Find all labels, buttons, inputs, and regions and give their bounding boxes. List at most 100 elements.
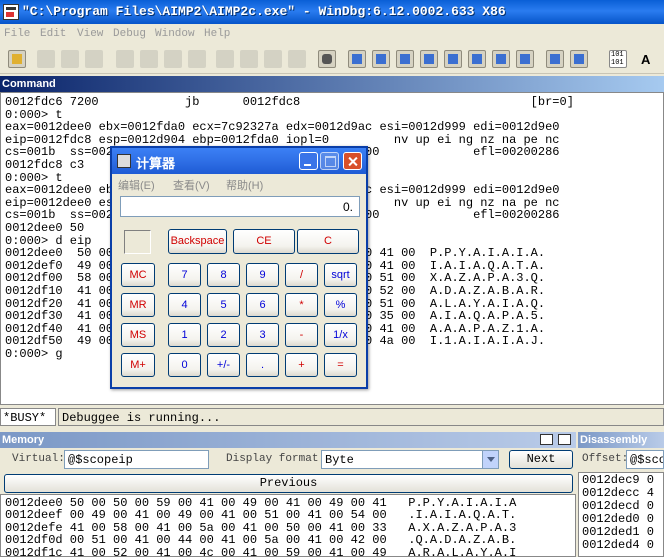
memory-title-text: Memory <box>2 434 45 446</box>
digit-7-button[interactable]: 7 <box>168 263 201 287</box>
menu-view[interactable]: View <box>77 28 103 40</box>
memory-window-title: Memory <box>0 432 576 448</box>
digit-4-button[interactable]: 4 <box>168 293 201 317</box>
menu-help[interactable]: Help <box>204 28 230 40</box>
windbg-app-icon <box>3 4 19 20</box>
break-hand-icon[interactable] <box>318 50 336 68</box>
menu-edit[interactable]: Edit <box>40 28 66 40</box>
add-button[interactable]: + <box>285 353 318 377</box>
stop-debugging-icon[interactable] <box>164 50 182 68</box>
backspace-button[interactable]: Backspace <box>168 229 227 254</box>
previous-button[interactable]: Previous <box>4 474 573 493</box>
calculator-title: 计算器 <box>136 156 176 171</box>
memory-dump-row: 0012df1c 41 00 52 00 41 00 4c 00 41 00 5… <box>5 545 517 557</box>
command-window-title: Command <box>0 76 664 92</box>
reciprocal-button[interactable]: 1/x <box>324 323 357 347</box>
clear-button[interactable]: C <box>297 229 359 254</box>
copy-icon[interactable] <box>61 50 79 68</box>
step-out-icon[interactable] <box>264 50 282 68</box>
command-output-line: 0012fdc6 7200 jb 0012fdc8 [br=0] <box>5 95 574 109</box>
virtual-address-input[interactable]: @$scopeip <box>64 450 209 469</box>
disassembly-window-title: Disassembly <box>578 432 664 448</box>
memory-toolbar: Virtual: @$scopeip Display format: Byte … <box>0 448 576 472</box>
digit-2-button[interactable]: 2 <box>207 323 240 347</box>
disassembly-row: 0012ded4 0 <box>582 538 655 552</box>
sqrt-button[interactable]: sqrt <box>324 263 357 287</box>
processes-threads-icon[interactable] <box>546 50 564 68</box>
decimal-button[interactable]: . <box>246 353 279 377</box>
cut-icon[interactable] <box>37 50 55 68</box>
hex-display-icon[interactable]: 101 101 <box>609 50 627 68</box>
digit-5-button[interactable]: 5 <box>207 293 240 317</box>
memory-window-menu-icon[interactable] <box>540 434 553 445</box>
go-icon[interactable] <box>116 50 134 68</box>
memory-window-icon[interactable] <box>444 50 462 68</box>
step-over-icon[interactable] <box>240 50 258 68</box>
calc-menu-view[interactable]: 查看(V) <box>173 177 210 193</box>
menu-bar: File Edit View Debug Window Help <box>0 24 664 44</box>
close-button[interactable] <box>343 152 362 170</box>
display-format-select[interactable]: Byte <box>321 450 499 469</box>
digit-9-button[interactable]: 9 <box>246 263 279 287</box>
calculator-app-icon <box>117 154 131 168</box>
offset-input[interactable]: @$scop <box>626 450 664 469</box>
run-to-cursor-icon[interactable] <box>288 50 306 68</box>
disassembly-window-icon[interactable] <box>492 50 510 68</box>
step-into-icon[interactable] <box>216 50 234 68</box>
window-title: "C:\Program Files\AIMP2\AIMP2c.exe" - Wi… <box>22 4 506 19</box>
display-format-value: Byte <box>325 453 354 467</box>
calc-menu-help[interactable]: 帮助(H) <box>226 177 263 193</box>
title-bar: "C:\Program Files\AIMP2\AIMP2c.exe" - Wi… <box>0 0 664 24</box>
maximize-button[interactable] <box>320 152 339 170</box>
offset-label: Offset: <box>582 453 629 465</box>
mc-button[interactable]: MC <box>121 263 155 287</box>
sign-button[interactable]: +/- <box>207 353 240 377</box>
busy-indicator: *BUSY* <box>0 408 56 426</box>
toolbar: 101 101 A <box>0 44 664 74</box>
memory-dump[interactable]: 0012dee0 50 00 50 00 59 00 41 00 49 00 4… <box>0 494 576 557</box>
font-icon[interactable]: A <box>641 52 659 70</box>
menu-debug[interactable]: Debug <box>113 28 146 40</box>
memory-indicator <box>124 230 151 254</box>
equals-button[interactable]: = <box>324 353 357 377</box>
mr-button[interactable]: MR <box>121 293 155 317</box>
detach-icon[interactable] <box>188 50 206 68</box>
display-format-label: Display format: <box>226 453 326 465</box>
calculator-title-bar: 计算器 <box>112 148 366 174</box>
digit-3-button[interactable]: 3 <box>246 323 279 347</box>
virtual-label: Virtual: <box>12 453 65 465</box>
memory-window-close-icon[interactable] <box>558 434 571 445</box>
clear-entry-button[interactable]: CE <box>233 229 295 254</box>
subtract-button[interactable]: - <box>285 323 318 347</box>
percent-button[interactable]: % <box>324 293 357 317</box>
digit-8-button[interactable]: 8 <box>207 263 240 287</box>
watch-window-icon[interactable] <box>372 50 390 68</box>
paste-icon[interactable] <box>85 50 103 68</box>
minimize-button[interactable] <box>299 152 318 170</box>
calculator-window: 计算器 编辑(E) 查看(V) 帮助(H) 0. Backspace CE C … <box>110 146 368 389</box>
calc-menu-edit[interactable]: 编辑(E) <box>118 177 155 193</box>
digit-1-button[interactable]: 1 <box>168 323 201 347</box>
command-input[interactable]: Debuggee is running... <box>58 408 664 426</box>
multiply-button[interactable]: * <box>285 293 318 317</box>
locals-window-icon[interactable] <box>396 50 414 68</box>
menu-file[interactable]: File <box>4 28 30 40</box>
menu-window[interactable]: Window <box>155 28 195 40</box>
open-file-icon[interactable] <box>8 50 26 68</box>
digit-6-button[interactable]: 6 <box>246 293 279 317</box>
source-mode-icon[interactable] <box>570 50 588 68</box>
digit-0-button[interactable]: 0 <box>168 353 201 377</box>
command-output-line: 0:000> g <box>5 347 63 361</box>
ms-button[interactable]: MS <box>121 323 155 347</box>
restart-icon[interactable] <box>140 50 158 68</box>
disassembly-toolbar: Offset: @$scop <box>578 448 664 472</box>
next-button[interactable]: Next <box>509 450 573 469</box>
command-window-icon[interactable] <box>348 50 366 68</box>
chevron-down-icon[interactable] <box>482 451 498 468</box>
scratch-pad-icon[interactable] <box>516 50 534 68</box>
registers-window-icon[interactable] <box>420 50 438 68</box>
call-stack-icon[interactable] <box>468 50 486 68</box>
divide-button[interactable]: / <box>285 263 318 287</box>
disassembly-listing[interactable]: 0012dec9 0 0012decc 4 0012decd 0 0012ded0 0… <box>578 472 664 557</box>
mplus-button[interactable]: M+ <box>121 353 155 377</box>
